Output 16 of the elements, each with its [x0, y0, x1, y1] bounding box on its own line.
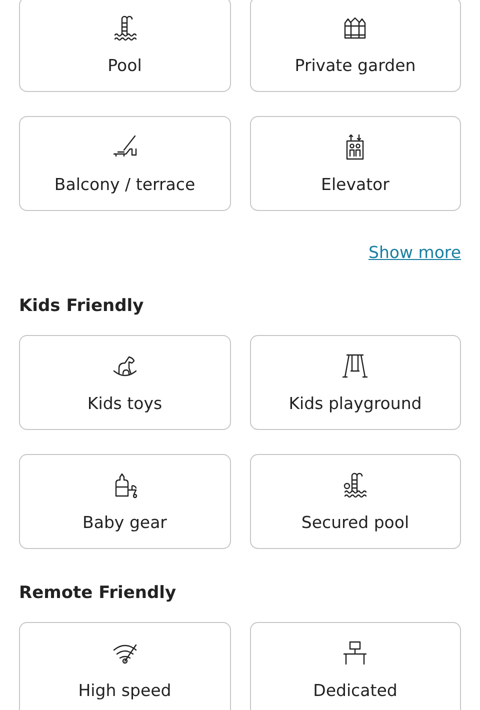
amenity-card[interactable]: Baby gear	[19, 454, 230, 549]
section-heading: Remote Friendly	[19, 583, 178, 603]
amenity-card[interactable]: Balcony / terrace	[19, 116, 230, 211]
section-heading: Kids Friendly	[19, 296, 145, 316]
amenity-card[interactable]: Secured pool	[250, 454, 461, 549]
amenity-card[interactable]: Kids toys	[19, 335, 230, 430]
pool-ladder-icon	[341, 471, 370, 499]
amenity-card[interactable]: High speed	[19, 622, 230, 710]
amenity-card[interactable]: Dedicated	[250, 622, 461, 710]
amenity-card[interactable]: Elevator	[250, 116, 461, 211]
amenity-card[interactable]: Pool	[19, 0, 230, 92]
swing-icon	[341, 352, 370, 380]
show-more-link[interactable]: Show more	[368, 243, 461, 262]
desk-icon	[341, 639, 370, 667]
amenity-card[interactable]: Kids playground	[250, 335, 461, 430]
amenity-card[interactable]: Private garden	[250, 0, 461, 92]
